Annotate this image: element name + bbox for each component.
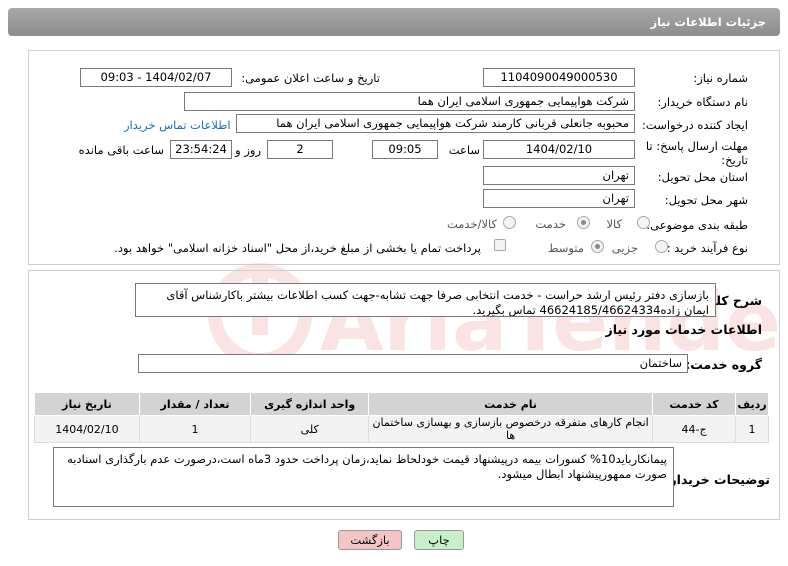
category-option-goods: کالا bbox=[606, 217, 622, 231]
creator-field: محبوبه جانعلی قربانی کارمند شرکت هواپیما… bbox=[236, 114, 635, 133]
cell-code: ج-44 bbox=[652, 415, 737, 443]
creator-label: ایجاد کننده درخواست: bbox=[642, 118, 748, 132]
process-option-medium: متوسط bbox=[547, 241, 584, 255]
page-title: جزئیات اطلاعات نیاز bbox=[8, 8, 780, 36]
col-row: ردیف bbox=[735, 392, 769, 416]
remaining-time-label: ساعت باقی مانده bbox=[78, 143, 164, 157]
buyer-org-label: نام دستگاه خریدار: bbox=[657, 95, 748, 109]
treasury-payment-note: پرداخت تمام یا بخشی از مبلغ خرید،از محل … bbox=[114, 241, 481, 255]
buyer-notes-text: پیمانکارباید10% کسورات بیمه درپیشنهاد قی… bbox=[53, 447, 674, 507]
category-option-service: خدمت bbox=[535, 217, 566, 231]
table-row: 1 ج-44 انجام کارهای متفرقه درخصوص بازساز… bbox=[34, 415, 769, 443]
time-label: ساعت bbox=[448, 143, 480, 157]
buyer-notes-label: توضیحات خریدار: bbox=[664, 472, 770, 487]
contact-info-link[interactable]: اطلاعات تماس خریدار bbox=[124, 118, 231, 132]
announce-date-label: تاریخ و ساعت اعلان عمومی: bbox=[241, 71, 380, 85]
process-option-minor: جزیی bbox=[611, 241, 638, 255]
category-radio-goods-service[interactable] bbox=[503, 216, 516, 229]
remaining-time-field: 23:54:24 bbox=[170, 140, 232, 159]
category-label: طبقه بندی موضوعی: bbox=[646, 218, 748, 232]
process-radio-minor[interactable] bbox=[655, 240, 668, 253]
service-group-label: گروه خدمت: bbox=[685, 357, 762, 372]
process-radio-medium[interactable] bbox=[591, 240, 604, 253]
cell-qty: 1 bbox=[138, 415, 252, 443]
days-field: 2 bbox=[267, 140, 333, 159]
deadline-time-field: 09:05 bbox=[372, 140, 438, 159]
cell-row: 1 bbox=[735, 415, 769, 443]
service-group-field: ساختمان bbox=[138, 354, 688, 373]
category-radio-service[interactable] bbox=[577, 216, 590, 229]
col-date: تاریخ نیاز bbox=[34, 392, 140, 416]
province-label: استان محل تحویل: bbox=[657, 170, 748, 184]
services-table: ردیف کد خدمت نام خدمت واحد اندازه گیری ت… bbox=[34, 392, 769, 443]
col-qty: تعداد / مقدار bbox=[138, 392, 252, 416]
back-button[interactable]: بازگشت bbox=[338, 530, 402, 550]
announce-date-field: 1404/02/07 - 09:03 bbox=[80, 68, 232, 87]
need-number-field: 1104090049000530 bbox=[483, 68, 635, 87]
cell-unit: کلی bbox=[250, 415, 370, 443]
deadline-label: مهلت ارسال پاسخ: تا bbox=[645, 139, 748, 153]
days-label: روز و bbox=[235, 143, 261, 157]
city-label: شهر محل تحویل: bbox=[664, 193, 748, 207]
buyer-org-field: شرکت هواپیمایی جمهوری اسلامی ایران هما bbox=[184, 92, 635, 111]
col-code: کد خدمت bbox=[652, 392, 737, 416]
treasury-payment-checkbox[interactable] bbox=[494, 239, 506, 251]
city-field: تهران bbox=[483, 189, 635, 208]
category-radio-goods[interactable] bbox=[637, 216, 650, 229]
print-button[interactable]: چاپ bbox=[414, 530, 464, 550]
cell-name: انجام کارهای متفرقه درخصوص بازسازی و بهس… bbox=[368, 415, 654, 443]
deadline-date-field: 1404/02/10 bbox=[483, 140, 635, 159]
category-option-goods-service: کالا/خدمت bbox=[446, 217, 497, 231]
deadline-date-label: تاریخ: bbox=[721, 153, 748, 167]
cell-date: 1404/02/10 bbox=[34, 415, 140, 443]
process-label: نوع فرآیند خرید : bbox=[666, 241, 748, 255]
col-name: نام خدمت bbox=[368, 392, 654, 416]
description-text: بازسازی دفتر رئیس ارشد حراست - خدمت انتخ… bbox=[135, 283, 716, 317]
services-section-title: اطلاعات خدمات مورد نیاز bbox=[605, 322, 763, 337]
col-unit: واحد اندازه گیری bbox=[250, 392, 370, 416]
need-number-label: شماره نیاز: bbox=[693, 71, 748, 85]
province-field: تهران bbox=[483, 166, 635, 185]
